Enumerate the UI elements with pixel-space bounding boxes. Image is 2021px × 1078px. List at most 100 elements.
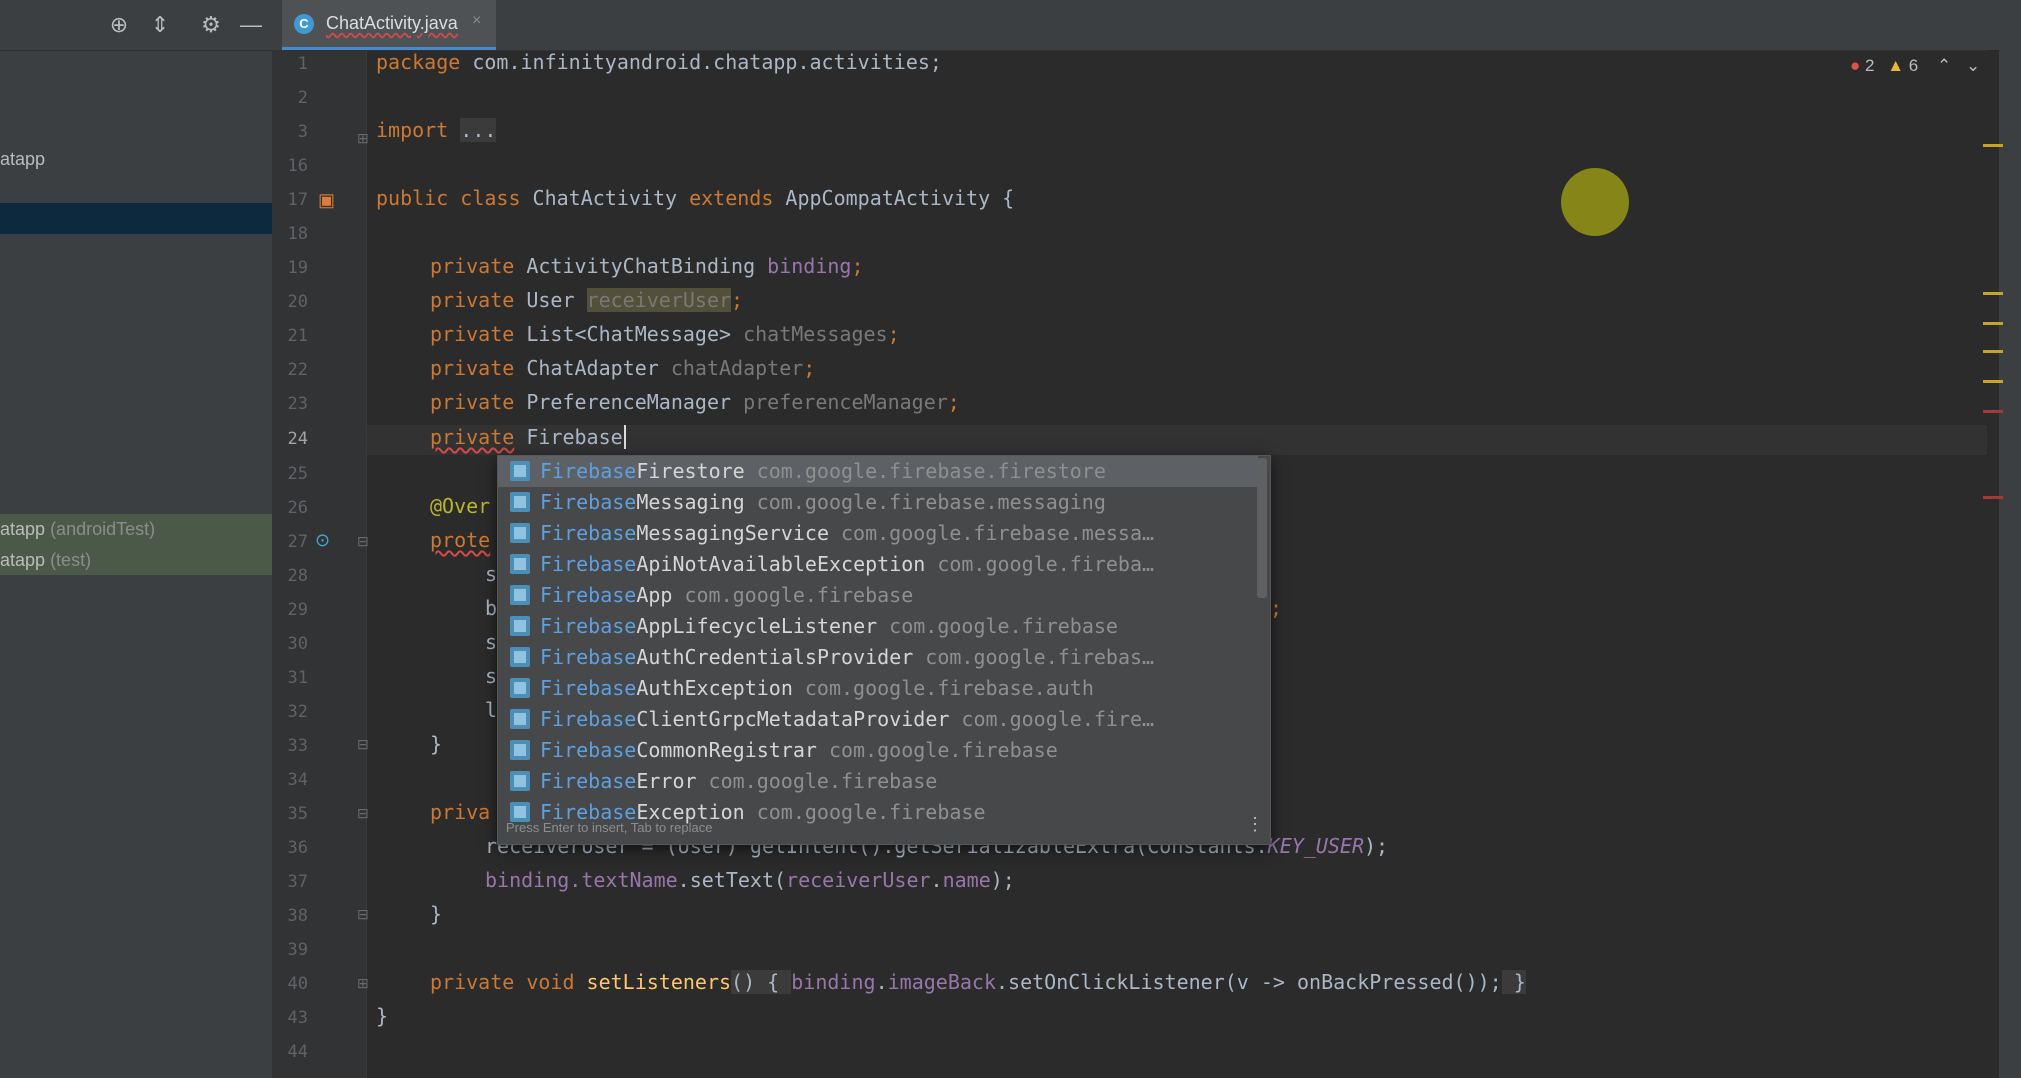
completion-item[interactable]: FirebaseMessaging com.google.firebase.mes… xyxy=(498,487,1258,518)
code-line-26[interactable]: @Over xyxy=(430,494,490,518)
class-icon xyxy=(510,492,530,512)
completion-name: MessagingService xyxy=(636,521,829,545)
folded-imports[interactable]: ... xyxy=(460,118,497,142)
code-line-32[interactable]: l xyxy=(485,698,497,722)
completion-item[interactable]: FirebaseError com.google.firebase xyxy=(498,766,1258,797)
code-line-23[interactable]: private PreferenceManager preferenceMana… xyxy=(430,390,960,414)
warning-mark[interactable] xyxy=(1983,350,2003,353)
warning-mark[interactable] xyxy=(1983,322,2003,325)
code-line-29[interactable]: b xyxy=(485,596,497,620)
warning-mark[interactable] xyxy=(1983,144,2003,147)
error-mark[interactable] xyxy=(1983,496,2003,499)
completion-match: Firebase xyxy=(540,769,637,793)
tree-item-main-package[interactable]: atapp xyxy=(0,144,272,174)
code-line-31[interactable]: s xyxy=(485,664,497,688)
code-line-43[interactable]: } xyxy=(376,1004,388,1028)
completion-item[interactable]: FirebaseMessagingService com.google.fireb… xyxy=(498,518,1258,549)
fold-icon[interactable]: ⊞ xyxy=(357,975,369,992)
code-token: private xyxy=(430,288,515,312)
completion-package: com.google.firebase xyxy=(708,769,938,793)
gear-icon[interactable]: ⚙ xyxy=(198,12,224,38)
line-number: 36 xyxy=(287,838,308,858)
completion-item[interactable]: FirebaseAuthCredentialsProvider com.googl… xyxy=(498,642,1258,673)
code-line-1[interactable]: package com.infinityandroid.chatapp.acti… xyxy=(376,50,942,74)
code-token: ChatAdapter xyxy=(514,356,671,380)
code-line-19[interactable]: private ActivityChatBinding binding; xyxy=(430,254,864,278)
code-token: . xyxy=(930,868,943,892)
line-number: 24 xyxy=(287,429,308,449)
code-line-27[interactable]: prote xyxy=(430,528,490,552)
completion-item[interactable]: FirebaseApiNotAvailableException com.goog… xyxy=(498,549,1258,580)
line-number: 37 xyxy=(287,872,308,892)
warning-mark[interactable] xyxy=(1983,292,2003,295)
completion-item[interactable]: FirebaseClientGrpcMetadataProvider com.go… xyxy=(498,704,1258,735)
line-number: 21 xyxy=(287,326,308,346)
code-token: List<ChatMessage> xyxy=(514,322,744,346)
code-line-21[interactable]: private List<ChatMessage> chatMessages; xyxy=(430,322,900,346)
code-line-38[interactable]: } xyxy=(430,902,442,926)
more-options-icon[interactable]: ⋮ xyxy=(1246,814,1264,835)
code-line-33[interactable]: } xyxy=(430,732,442,756)
code-token: b xyxy=(485,596,498,620)
completion-package: com.google.firebase xyxy=(684,583,914,607)
code-token: private xyxy=(430,425,515,449)
code-token: binding. xyxy=(485,868,582,892)
code-token: private xyxy=(430,254,515,278)
code-token: imageBack xyxy=(887,970,996,994)
completion-name: ClientGrpcMetadataProvider xyxy=(636,707,950,731)
code-token: chatMessages xyxy=(743,322,888,346)
completion-item[interactable]: FirebaseCommonRegistrar com.google.fireba… xyxy=(498,735,1258,766)
fold-icon[interactable]: ⊟ xyxy=(357,906,369,923)
chevron-down-icon[interactable]: ⌄ xyxy=(1966,56,1980,75)
tree-item-selected[interactable] xyxy=(0,203,272,234)
code-token: ; xyxy=(1270,596,1283,620)
folded-lambda[interactable]: { xyxy=(755,970,792,994)
completion-package: com.google.firebase xyxy=(756,800,986,824)
code-line-29-end[interactable]: ; xyxy=(1270,596,1282,620)
tab-chat-activity[interactable]: C ChatActivity.java × xyxy=(282,0,496,50)
code-line-35[interactable]: priva xyxy=(430,800,490,824)
code-token: receiverUser xyxy=(786,868,931,892)
code-token: . xyxy=(875,970,888,994)
fold-icon[interactable]: ⊟ xyxy=(357,736,369,753)
completion-item[interactable]: FirebaseApp com.google.firebase xyxy=(498,580,1258,611)
code-line-40[interactable]: private void setListeners() { binding.im… xyxy=(430,970,1526,994)
chevron-up-icon[interactable]: ⌃ xyxy=(1937,56,1951,75)
fold-icon[interactable]: ⊟ xyxy=(357,533,369,550)
code-line-20[interactable]: private User receiverUser; xyxy=(430,288,743,312)
fold-icon[interactable]: ⊞ xyxy=(357,130,369,147)
line-number: 44 xyxy=(287,1042,308,1062)
code-line-24[interactable]: private Firebase xyxy=(430,425,626,449)
line-number: 19 xyxy=(287,258,308,278)
code-token: @Over xyxy=(430,494,491,518)
error-mark[interactable] xyxy=(1983,410,2003,413)
code-line-22[interactable]: private ChatAdapter chatAdapter; xyxy=(430,356,815,380)
line-number: 1 xyxy=(297,54,308,74)
warning-mark[interactable] xyxy=(1983,380,2003,383)
locate-icon[interactable]: ⊕ xyxy=(106,12,132,38)
popup-scrollbar[interactable] xyxy=(1257,458,1267,598)
completion-item[interactable]: FirebaseFirestore com.google.firebase.fir… xyxy=(498,456,1258,487)
code-token: ; xyxy=(731,288,744,312)
code-line-28[interactable]: s xyxy=(485,562,497,586)
tree-item-android-test[interactable]: atapp (androidTest) xyxy=(0,514,272,544)
completion-name: AppLifecycleListener xyxy=(636,614,878,638)
tree-item-test[interactable]: atapp (test) xyxy=(0,545,272,575)
class-run-icon[interactable]: ▣ xyxy=(318,190,335,211)
code-completion-popup[interactable]: FirebaseFirestore com.google.firebase.fir… xyxy=(497,455,1271,845)
completion-item[interactable]: FirebaseAuthException com.google.firebase… xyxy=(498,673,1258,704)
hide-icon[interactable]: — xyxy=(238,12,264,38)
code-line-3[interactable]: import ... xyxy=(376,118,497,142)
collapse-all-icon[interactable]: ⇕ xyxy=(147,12,173,38)
close-icon[interactable]: × xyxy=(472,12,481,30)
fold-icon[interactable]: ⊟ xyxy=(357,805,369,822)
code-line-30[interactable]: s xyxy=(485,630,497,654)
code-token: public class xyxy=(376,186,521,210)
inspection-widget[interactable]: ● 2 ▲ 6 ⌃ ⌄ xyxy=(1850,56,1980,82)
code-token: ); xyxy=(990,868,1015,892)
code-line-17[interactable]: public class ChatActivity extends AppCom… xyxy=(376,186,1014,210)
completion-item[interactable]: FirebaseAppLifecycleListener com.google.f… xyxy=(498,611,1258,642)
override-icon[interactable]: ⊙ xyxy=(315,530,330,551)
code-token: name xyxy=(942,868,991,892)
code-line-37[interactable]: binding.textName.setText(receiverUser.na… xyxy=(485,868,1015,892)
